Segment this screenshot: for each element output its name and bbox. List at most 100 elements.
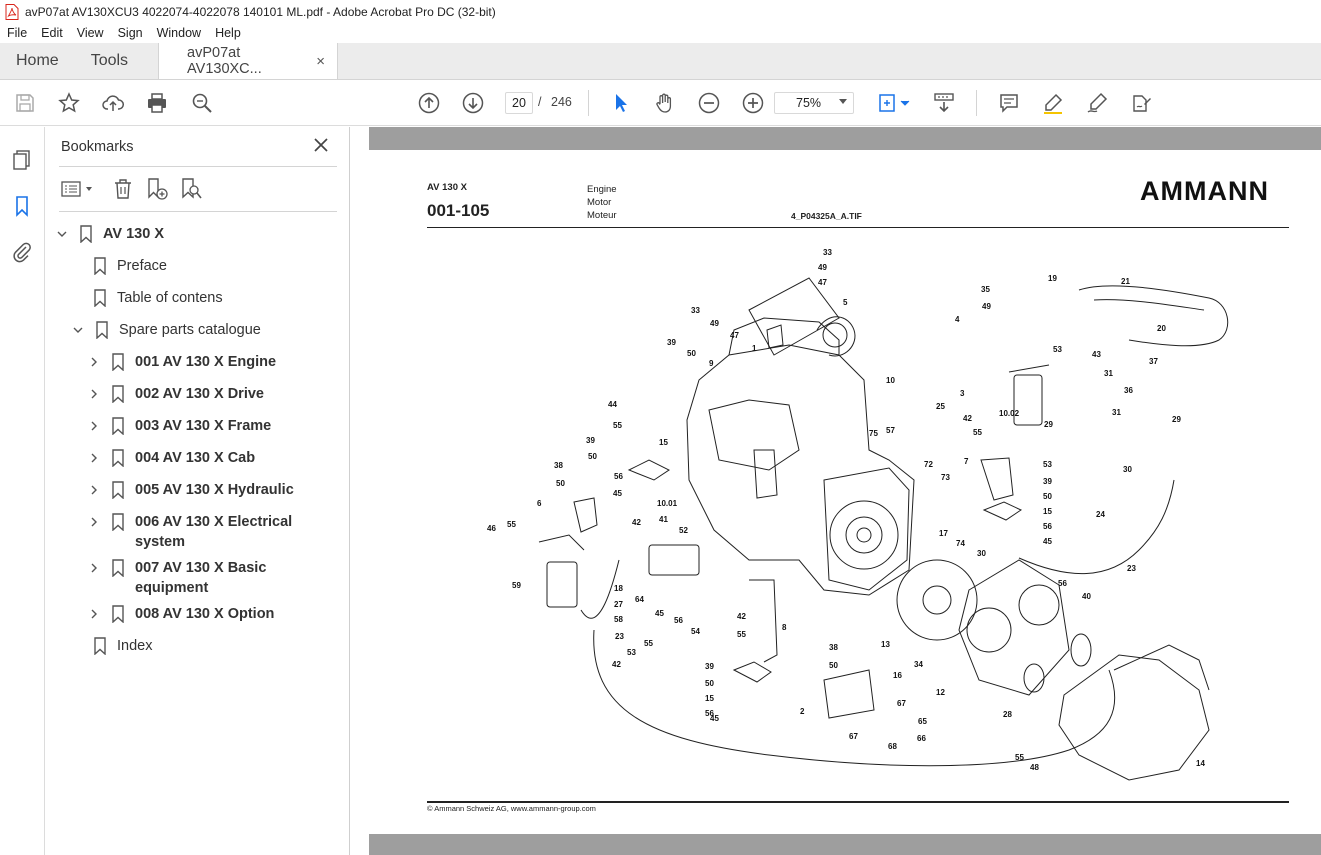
menu-help[interactable]: Help xyxy=(208,26,248,40)
part-callout: 5 xyxy=(843,298,848,307)
bookmark-options-icon[interactable] xyxy=(61,177,95,201)
part-callout: 43 xyxy=(1092,350,1101,359)
toolbar-divider xyxy=(588,90,589,116)
bookmark-icon xyxy=(94,289,106,307)
chevron-right-icon[interactable] xyxy=(87,512,101,532)
zoom-search-icon[interactable] xyxy=(190,91,214,115)
bookmark-item[interactable]: 008 AV 130 X Option xyxy=(87,604,274,624)
bookmark-icon xyxy=(112,417,124,435)
part-callout: 68 xyxy=(888,742,897,751)
zoom-level-dropdown[interactable]: 75% xyxy=(774,92,854,114)
chevron-down-icon[interactable] xyxy=(71,320,85,340)
page-footer: © Ammann Schweiz AG, www.ammann-group.co… xyxy=(427,804,596,813)
part-callout: 31 xyxy=(1112,408,1121,417)
bookmark-label: 005 AV 130 X Hydraulic xyxy=(135,482,294,498)
bookmark-item[interactable]: Spare parts catalogue xyxy=(71,320,261,340)
comment-icon[interactable] xyxy=(997,91,1021,115)
part-callout: 34 xyxy=(914,660,923,669)
part-callout: 39 xyxy=(705,662,714,671)
bookmark-item[interactable]: 007 AV 130 X Basic equipment xyxy=(87,558,307,598)
page-thumbnails-icon[interactable] xyxy=(11,149,33,171)
bookmark-label: AV 130 X xyxy=(103,226,164,242)
draw-pen-icon[interactable] xyxy=(1085,91,1109,115)
part-callout: 39 xyxy=(586,436,595,445)
document-viewer[interactable]: AV 130 X 001-105 Engine Motor Moteur 4_P… xyxy=(351,127,1321,855)
bookmark-item[interactable]: 005 AV 130 X Hydraulic xyxy=(87,480,294,500)
chevron-right-icon[interactable] xyxy=(87,480,101,500)
tab-bar: Home Tools avP07at AV130XC... × xyxy=(0,43,1321,80)
menu-edit[interactable]: Edit xyxy=(34,26,70,40)
page-gap xyxy=(369,834,1321,855)
fit-page-icon[interactable] xyxy=(876,91,916,115)
close-tab-icon[interactable]: × xyxy=(316,53,325,70)
upload-cloud-icon[interactable] xyxy=(101,91,125,115)
bookmark-item[interactable]: Index xyxy=(93,636,152,656)
save-icon[interactable] xyxy=(13,91,37,115)
chevron-right-icon[interactable] xyxy=(87,384,101,404)
previous-page-icon[interactable] xyxy=(417,91,441,115)
bookmark-item[interactable]: Preface xyxy=(93,256,167,276)
part-callout: 19 xyxy=(1048,274,1057,283)
highlight-pen-icon[interactable] xyxy=(1041,91,1065,115)
chevron-right-icon[interactable] xyxy=(87,352,101,372)
chevron-right-icon[interactable] xyxy=(87,448,101,468)
part-callout: 7 xyxy=(964,457,969,466)
fill-sign-icon[interactable] xyxy=(1129,91,1153,115)
star-icon[interactable] xyxy=(57,91,81,115)
bookmark-item[interactable]: AV 130 X xyxy=(55,224,164,244)
bookmark-item[interactable]: 003 AV 130 X Frame xyxy=(87,416,271,436)
chevron-right-icon[interactable] xyxy=(87,604,101,624)
part-callout: 25 xyxy=(936,402,945,411)
scroll-mode-icon[interactable] xyxy=(932,91,956,115)
menu-file[interactable]: File xyxy=(0,26,34,40)
engine-exploded-diagram: 3349475334947139509103549419 212053433136… xyxy=(487,248,1229,781)
part-callout: 8 xyxy=(782,623,787,632)
part-callout: 37 xyxy=(1149,357,1158,366)
bookmark-item[interactable]: 001 AV 130 X Engine xyxy=(87,352,276,372)
find-bookmark-icon[interactable] xyxy=(179,177,203,201)
bookmark-icon xyxy=(96,321,108,339)
menu-view[interactable]: View xyxy=(70,26,111,40)
page-number-input[interactable]: 20 xyxy=(505,92,533,114)
tab-tools[interactable]: Tools xyxy=(75,43,144,79)
tab-document[interactable]: avP07at AV130XC... × xyxy=(158,43,339,79)
hand-tool-icon[interactable] xyxy=(653,91,677,115)
left-rail xyxy=(0,127,45,855)
bookmark-panel-icon[interactable] xyxy=(11,195,33,217)
part-callout: 18 xyxy=(614,584,623,593)
part-callout: 10.02 xyxy=(999,409,1020,418)
tab-home[interactable]: Home xyxy=(0,43,75,79)
next-page-icon[interactable] xyxy=(461,91,485,115)
zoom-in-icon[interactable] xyxy=(741,91,765,115)
close-icon[interactable] xyxy=(313,137,329,153)
pdf-page: AV 130 X 001-105 Engine Motor Moteur 4_P… xyxy=(369,150,1321,834)
bookmark-icon xyxy=(112,481,124,499)
menu-window[interactable]: Window xyxy=(150,26,208,40)
select-cursor-icon[interactable] xyxy=(609,91,633,115)
part-callout: 56 xyxy=(674,616,683,625)
bookmark-item[interactable]: 006 AV 130 X Electrical system xyxy=(87,512,307,552)
part-callout: 56 xyxy=(1043,522,1052,531)
part-callout: 42 xyxy=(963,414,972,423)
bookmark-item[interactable]: Table of contens xyxy=(93,288,223,308)
menu-sign[interactable]: Sign xyxy=(111,26,150,40)
bookmark-item[interactable]: 004 AV 130 X Cab xyxy=(87,448,255,468)
part-callout: 44 xyxy=(608,400,617,409)
part-callout: 55 xyxy=(613,421,622,430)
print-icon[interactable] xyxy=(145,91,169,115)
part-callout: 47 xyxy=(818,278,827,287)
chevron-right-icon[interactable] xyxy=(87,416,101,436)
part-callout: 16 xyxy=(893,671,902,680)
part-callout: 49 xyxy=(710,319,719,328)
new-bookmark-icon[interactable] xyxy=(145,177,169,201)
zoom-out-icon[interactable] xyxy=(697,91,721,115)
bookmark-item[interactable]: 002 AV 130 X Drive xyxy=(87,384,264,404)
bookmark-icon xyxy=(112,559,124,577)
bookmark-label: 001 AV 130 X Engine xyxy=(135,354,277,370)
delete-bookmark-icon[interactable] xyxy=(111,177,135,201)
part-callout: 42 xyxy=(737,612,746,621)
chevron-right-icon[interactable] xyxy=(87,558,101,578)
attachment-icon[interactable] xyxy=(11,241,33,263)
chevron-down-icon[interactable] xyxy=(55,224,69,244)
part-callout: 6 xyxy=(537,499,542,508)
